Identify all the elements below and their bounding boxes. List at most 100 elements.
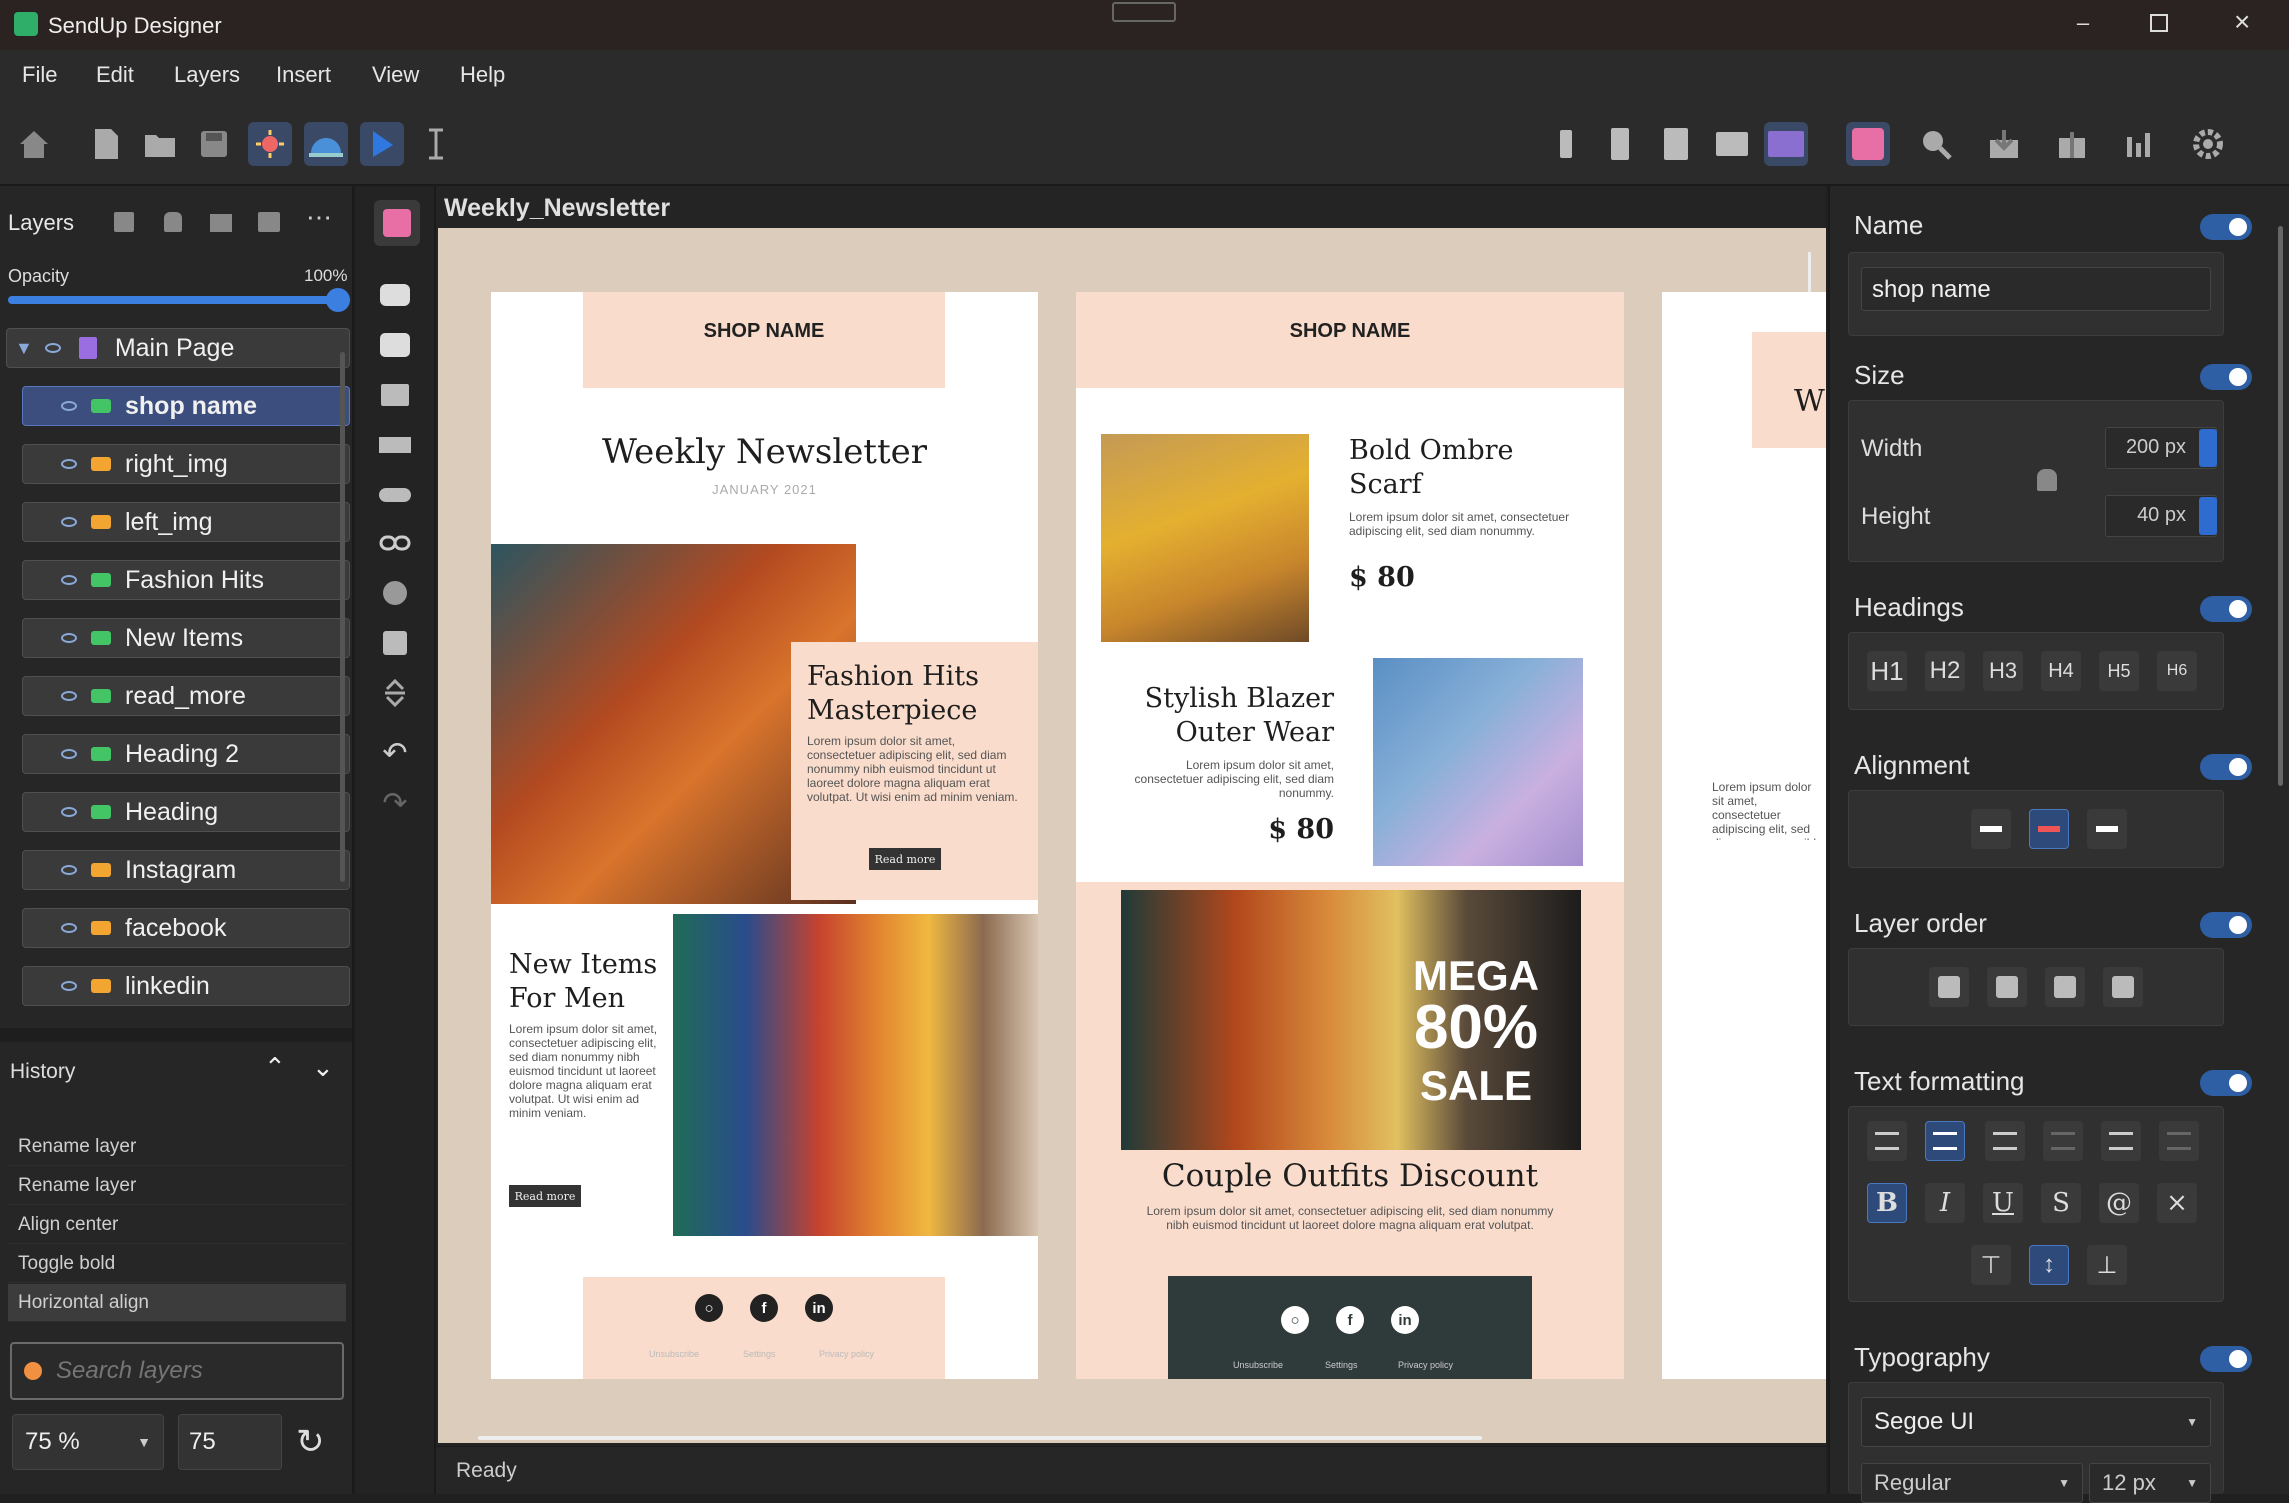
shop-name-1[interactable]: SHOP NAME <box>583 320 945 343</box>
magnifier-icon[interactable] <box>1914 122 1958 166</box>
link-tool-icon[interactable] <box>376 524 414 562</box>
collapse-arrow-icon[interactable]: ▼ <box>15 338 33 359</box>
download-icon[interactable] <box>1982 122 2026 166</box>
device-desktop-icon[interactable] <box>1764 122 1808 166</box>
save-icon[interactable] <box>192 122 236 166</box>
layer-item[interactable]: Heading <box>22 792 350 832</box>
device-laptop-icon[interactable] <box>1710 122 1754 166</box>
read-more-button-1[interactable]: Read more <box>869 848 941 870</box>
layer-item[interactable]: linkedin <box>22 966 350 1006</box>
dome-icon[interactable] <box>304 122 348 166</box>
bullet-list-icon[interactable] <box>2101 1121 2141 1161</box>
layer-item[interactable]: Heading 2 <box>22 734 350 774</box>
search-input[interactable] <box>56 1357 316 1385</box>
heading-h3-button[interactable]: H3 <box>1983 651 2023 691</box>
read-more-button-2[interactable]: Read more <box>509 1185 581 1207</box>
footer-link-privacy-2[interactable]: Privacy policy <box>1398 1360 1453 1370</box>
align-left-icon[interactable] <box>1867 1121 1907 1161</box>
search-box[interactable] <box>10 1342 344 1400</box>
align-bottom-button[interactable] <box>2087 809 2127 849</box>
item2-image[interactable] <box>1373 658 1583 866</box>
footer-link-unsubscribe-1[interactable]: Unsubscribe <box>649 1349 699 1359</box>
maximize-button[interactable] <box>2150 14 2168 32</box>
menu-insert[interactable]: Insert <box>276 62 331 88</box>
underline-button[interactable]: U <box>1983 1183 2023 1223</box>
gift-icon[interactable] <box>2050 122 2094 166</box>
divider-tool-icon[interactable] <box>376 426 414 464</box>
valign-bottom-icon[interactable]: ⊥ <box>2087 1245 2127 1285</box>
home-icon[interactable] <box>12 122 56 166</box>
device-phone-small-icon[interactable] <box>1544 122 1588 166</box>
layer-item[interactable]: right_img <box>22 444 350 484</box>
visibility-eye-icon[interactable] <box>61 749 77 759</box>
justify-icon[interactable] <box>2043 1121 2083 1161</box>
mention-button[interactable]: @ <box>2099 1183 2139 1223</box>
couple-outfits-title[interactable]: Couple Outfits Discount <box>1076 1158 1624 1194</box>
reset-zoom-icon[interactable]: ↻ <box>296 1422 325 1462</box>
history-item[interactable]: Horizontal align <box>8 1284 346 1322</box>
history-up-icon[interactable]: ⌃ <box>264 1052 286 1083</box>
history-item[interactable]: Align center <box>8 1206 346 1244</box>
italic-button[interactable]: I <box>1925 1183 1965 1223</box>
heading-h1-button[interactable]: H1 <box>1867 651 1907 691</box>
book-icon[interactable] <box>1846 122 1890 166</box>
typography-toggle[interactable] <box>2200 1346 2252 1372</box>
height-stepper[interactable] <box>2199 497 2217 535</box>
visibility-eye-icon[interactable] <box>61 517 77 527</box>
layer-item[interactable]: Instagram <box>22 850 350 890</box>
newsletter-page-3[interactable]: W Lorem ipsum dolor sit amet, consectetu… <box>1662 292 1826 1379</box>
instagram-icon-2[interactable]: ○ <box>1281 1306 1309 1334</box>
layer-item[interactable]: left_img <box>22 502 350 542</box>
opacity-slider-thumb[interactable] <box>326 288 350 312</box>
font-size-select[interactable]: 12 px ▼ <box>2089 1463 2211 1503</box>
toggle-tool-icon[interactable] <box>376 476 414 514</box>
close-button[interactable]: × <box>2234 6 2250 38</box>
bring-forward-button[interactable] <box>1987 967 2027 1007</box>
history-item[interactable]: Rename layer <box>8 1167 346 1205</box>
layer-order-toggle[interactable] <box>2200 912 2252 938</box>
layer-list-scrollbar[interactable] <box>340 352 345 882</box>
newsletter-page-2[interactable]: SHOP NAME Bold Ombre Scarf Lorem ipsum d… <box>1076 292 1624 1379</box>
visibility-eye-icon[interactable] <box>61 923 77 933</box>
align-top-button[interactable] <box>1971 809 2011 849</box>
visibility-eye-icon[interactable] <box>61 807 77 817</box>
instagram-icon[interactable]: ○ <box>695 1294 723 1322</box>
radio-tool-icon[interactable] <box>376 574 414 612</box>
newsletter-page-1[interactable]: SHOP NAME Weekly Newsletter JANUARY 2021… <box>491 292 1038 1379</box>
heading-h4-button[interactable]: H4 <box>2041 651 2081 691</box>
item2-title[interactable]: Stylish Blazer Outer Wear <box>1094 682 1334 750</box>
layer-item[interactable]: facebook <box>22 908 350 948</box>
align-center-icon[interactable] <box>1925 1121 1965 1161</box>
history-item[interactable]: Toggle bold <box>8 1245 346 1283</box>
menu-view[interactable]: View <box>372 62 419 88</box>
facebook-icon[interactable]: f <box>750 1294 778 1322</box>
chart-icon[interactable] <box>2118 122 2162 166</box>
drag-handle[interactable] <box>1112 2 1176 22</box>
send-backward-button[interactable] <box>2045 967 2085 1007</box>
name-toggle[interactable] <box>2200 214 2252 240</box>
layer-item[interactable]: shop name <box>22 386 350 426</box>
strikethrough-button[interactable]: S <box>2041 1183 2081 1223</box>
visibility-eye-icon[interactable] <box>44 343 61 353</box>
footer-link-privacy-1[interactable]: Privacy policy <box>819 1349 874 1359</box>
book-tool-icon[interactable] <box>374 200 420 246</box>
more-icon[interactable]: ⋯ <box>306 202 332 233</box>
layer-tree-root[interactable]: ▼ Main Page <box>6 328 350 368</box>
device-tablet-icon[interactable] <box>1654 122 1698 166</box>
alignment-toggle[interactable] <box>2200 754 2252 780</box>
bold-button[interactable]: B <box>1867 1183 1907 1223</box>
opacity-slider[interactable] <box>8 288 350 312</box>
align-right-icon[interactable] <box>1985 1121 2025 1161</box>
history-item[interactable]: Rename layer <box>8 1128 346 1166</box>
checkbox-tool-icon[interactable] <box>376 624 414 662</box>
visibility-eye-icon[interactable] <box>61 691 77 701</box>
layer-item[interactable]: Fashion Hits <box>22 560 350 600</box>
font-weight-select[interactable]: Regular ▼ <box>1861 1463 2083 1503</box>
numbered-list-icon[interactable] <box>2159 1121 2199 1161</box>
menu-file[interactable]: File <box>22 62 57 88</box>
layer-item[interactable]: read_more <box>22 676 350 716</box>
linkedin-icon[interactable]: in <box>805 1294 833 1322</box>
spacer-tool-icon[interactable] <box>376 674 414 712</box>
settings-gear-icon[interactable] <box>2186 122 2230 166</box>
right-image[interactable] <box>673 914 1038 1236</box>
